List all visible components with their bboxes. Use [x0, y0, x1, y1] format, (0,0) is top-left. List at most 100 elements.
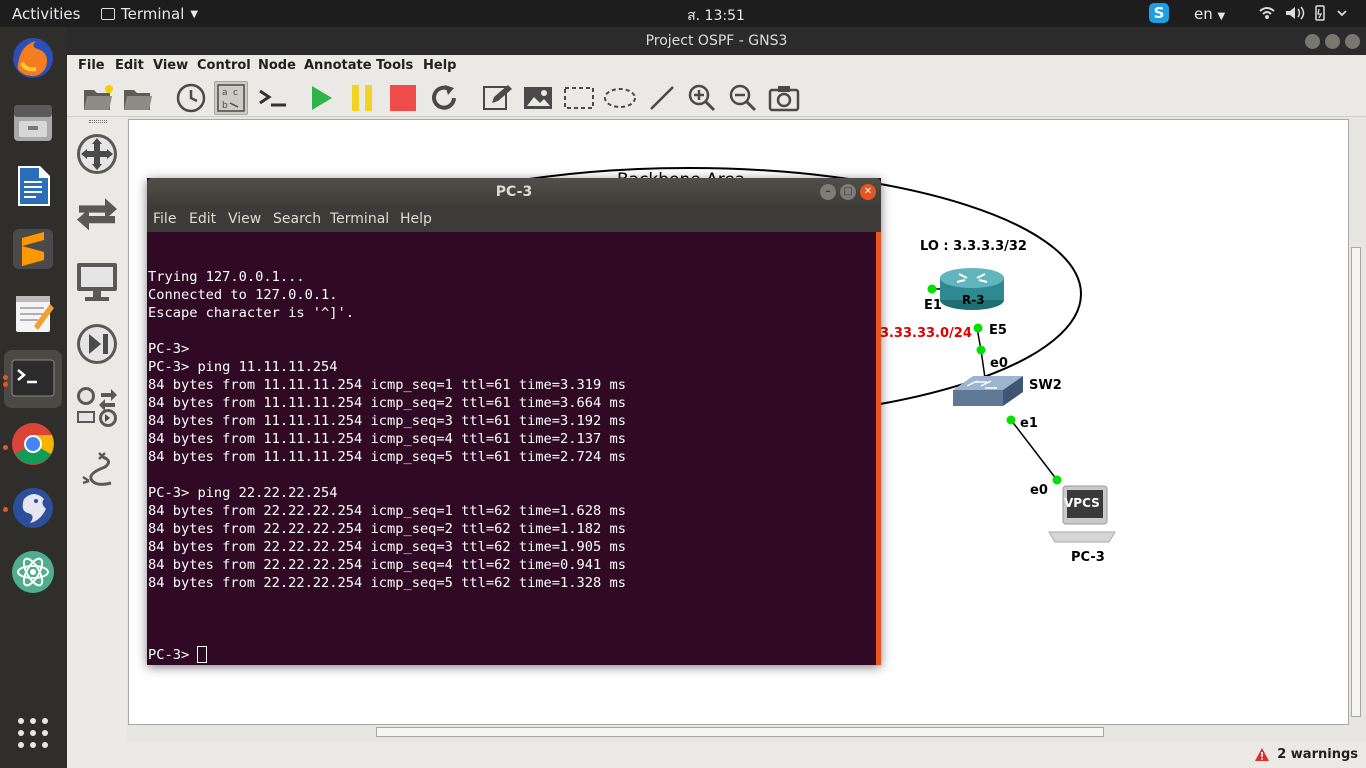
loopback-label[interactable]: LO : 3.3.3.3/32: [920, 239, 1027, 254]
language-label: en: [1194, 5, 1213, 23]
link-dot-sw-e1: [1006, 415, 1016, 425]
close-button[interactable]: [1345, 34, 1360, 49]
chrome-icon[interactable]: [10, 421, 56, 467]
new-project-icon[interactable]: [81, 81, 115, 115]
maximize-button[interactable]: □: [840, 184, 856, 200]
terminal-menu-help[interactable]: Help: [400, 211, 432, 227]
menu-edit[interactable]: Edit: [115, 58, 144, 73]
terminal-line: Connected to 127.0.0.1.: [148, 287, 338, 303]
files-icon[interactable]: [10, 99, 56, 145]
system-menu[interactable]: [1258, 4, 1352, 26]
menu-annotate[interactable]: Annotate: [304, 58, 372, 73]
show-interface-labels-icon[interactable]: acb: [214, 81, 248, 115]
router-name[interactable]: R-3: [962, 293, 985, 307]
menu-node[interactable]: Node: [258, 58, 296, 73]
draw-ellipse-icon[interactable]: [603, 81, 637, 115]
terminal-menubar: File Edit View Search Terminal Help: [147, 206, 881, 232]
add-link-icon[interactable]: [75, 447, 119, 491]
terminal-prompt-line[interactable]: PC-3>: [148, 646, 874, 664]
atom-icon[interactable]: [10, 549, 56, 595]
warnings-count: 2 warnings: [1277, 747, 1358, 762]
sidebar-grip: [89, 120, 107, 123]
horizontal-scroll-thumb[interactable]: [376, 727, 1104, 737]
routers-category-icon[interactable]: [75, 132, 119, 176]
vpcs-icon: [1048, 485, 1116, 543]
terminal-prompt: PC-3>: [148, 647, 198, 663]
device-sidebar: [67, 117, 127, 742]
sublime-text-icon[interactable]: [10, 226, 56, 272]
pc-name[interactable]: PC-3: [1071, 550, 1105, 565]
terminal-line: 84 bytes from 11.11.11.254 icmp_seq=3 tt…: [148, 413, 626, 429]
open-project-icon[interactable]: [121, 81, 155, 115]
subnet-label[interactable]: .3.33.33.0/24: [875, 326, 972, 341]
link-dot-e1: [927, 284, 937, 294]
terminal-menu-terminal[interactable]: Terminal: [330, 211, 389, 227]
horizontal-scrollbar[interactable]: [128, 726, 1349, 738]
terminal-line: 84 bytes from 11.11.11.254 icmp_seq=5 tt…: [148, 449, 626, 465]
zoom-in-icon[interactable]: [685, 81, 719, 115]
menu-file[interactable]: File: [78, 58, 105, 73]
switch-name[interactable]: SW2: [1029, 378, 1062, 393]
vertical-scroll-thumb[interactable]: [1351, 247, 1361, 717]
terminal-titlebar[interactable]: PC-3 – □ ✕: [147, 178, 881, 206]
terminal-icon[interactable]: [4, 350, 62, 408]
snapshot-clock-icon[interactable]: [174, 81, 208, 115]
window-titlebar[interactable]: Project OSPF - GNS3: [67, 27, 1366, 55]
stop-all-icon[interactable]: [386, 81, 420, 115]
libreoffice-writer-icon[interactable]: [10, 163, 56, 209]
menu-control[interactable]: Control: [197, 58, 251, 73]
console-all-icon[interactable]: [256, 81, 290, 115]
switches-category-icon[interactable]: [75, 195, 119, 239]
end-devices-category-icon[interactable]: [75, 259, 119, 303]
close-button[interactable]: ✕: [860, 184, 876, 200]
pc-interface-e0: e0: [1030, 483, 1048, 498]
window-title: Project OSPF - GNS3: [645, 33, 788, 49]
add-note-icon[interactable]: [480, 81, 514, 115]
terminal-menu-edit[interactable]: Edit: [189, 211, 216, 227]
terminal-output[interactable]: Trying 127.0.0.1... Connected to 127.0.0.…: [148, 232, 874, 664]
gns3-icon[interactable]: [10, 485, 56, 531]
terminal-line: Trying 127.0.0.1...: [148, 269, 305, 285]
terminal-line: 84 bytes from 11.11.11.254 icmp_seq=2 tt…: [148, 395, 626, 411]
svg-text:b: b: [222, 101, 228, 111]
terminal-menu-view[interactable]: View: [228, 211, 261, 227]
vertical-scrollbar[interactable]: [1350, 119, 1362, 725]
terminal-line: 84 bytes from 11.11.11.254 icmp_seq=1 tt…: [148, 377, 626, 393]
terminal-scrollbar[interactable]: [876, 232, 881, 665]
running-indicator: [3, 445, 8, 450]
minimize-button[interactable]: –: [820, 184, 836, 200]
terminal-line: PC-3>: [148, 341, 190, 357]
security-devices-category-icon[interactable]: [75, 322, 119, 366]
terminal-window: PC-3 – □ ✕ File Edit View Search Termina…: [147, 178, 881, 665]
start-all-icon[interactable]: [304, 81, 338, 115]
skype-icon[interactable]: S: [1149, 3, 1169, 23]
terminal-line: 84 bytes from 22.22.22.254 icmp_seq=3 tt…: [148, 539, 626, 555]
svg-text:a: a: [222, 88, 228, 98]
language-indicator[interactable]: en ▼: [1194, 5, 1225, 23]
terminal-line: PC-3> ping 11.11.11.254: [148, 359, 338, 375]
warnings-indicator[interactable]: 2 warnings: [1255, 747, 1358, 762]
draw-rectangle-icon[interactable]: [562, 81, 596, 115]
screenshot-camera-icon[interactable]: [767, 81, 801, 115]
menu-tools[interactable]: Tools: [376, 58, 413, 73]
suspend-all-icon[interactable]: [345, 81, 379, 115]
menu-view[interactable]: View: [153, 58, 188, 73]
terminal-menu-file[interactable]: File: [153, 211, 176, 227]
running-indicator: [3, 507, 8, 512]
maximize-button[interactable]: [1325, 34, 1340, 49]
insert-picture-icon[interactable]: [521, 81, 555, 115]
text-editor-icon[interactable]: [10, 290, 56, 336]
draw-line-icon[interactable]: [645, 81, 679, 115]
minimize-button[interactable]: [1305, 34, 1320, 49]
terminal-line: 84 bytes from 22.22.22.254 icmp_seq=1 tt…: [148, 503, 626, 519]
terminal-menu-search[interactable]: Search: [273, 211, 321, 227]
firefox-icon[interactable]: [10, 35, 56, 81]
terminal-line: 84 bytes from 22.22.22.254 icmp_seq=2 tt…: [148, 521, 626, 537]
all-devices-category-icon[interactable]: [75, 385, 119, 429]
toolbar: acb: [67, 77, 1366, 117]
zoom-out-icon[interactable]: [726, 81, 760, 115]
reload-all-icon[interactable]: [427, 81, 461, 115]
show-applications-icon[interactable]: [10, 710, 56, 756]
menu-help[interactable]: Help: [423, 58, 456, 73]
link-dot-e5: [973, 323, 983, 333]
